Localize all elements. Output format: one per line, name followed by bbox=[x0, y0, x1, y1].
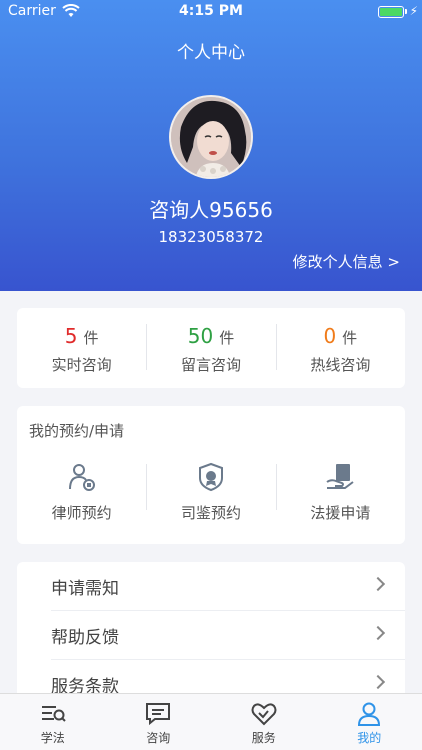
stat-hotline[interactable]: 0件 热线咨询 bbox=[275, 308, 405, 388]
menu-item-application-notice[interactable]: 申请需知 bbox=[17, 562, 405, 611]
stat-count: 5 bbox=[64, 324, 78, 348]
avatar-portrait-icon bbox=[171, 97, 251, 177]
tab-mine[interactable]: 我的 bbox=[317, 694, 422, 750]
tab-bar: 学法 咨询 服务 我的 bbox=[0, 693, 422, 750]
appointment-label: 律师预约 bbox=[51, 504, 112, 522]
status-time: 4:15 PM bbox=[179, 3, 243, 19]
user-name: 咨询人95656 bbox=[149, 198, 273, 222]
battery-cap bbox=[405, 9, 407, 14]
appointments-title: 我的预约/申请 bbox=[29, 422, 125, 440]
handshake-icon bbox=[251, 703, 277, 726]
stat-label: 留言咨询 bbox=[180, 356, 241, 374]
stat-label: 实时咨询 bbox=[51, 356, 112, 374]
battery-icon bbox=[378, 6, 404, 18]
stat-unit: 件 bbox=[83, 329, 99, 347]
lawyer-icon bbox=[68, 464, 95, 491]
stat-message[interactable]: 50 件 留言咨询 bbox=[146, 308, 275, 388]
chevron-right-icon bbox=[370, 625, 386, 641]
study-icon bbox=[41, 706, 66, 722]
stat-count: 50 bbox=[187, 324, 214, 348]
tab-study[interactable]: 学法 bbox=[0, 694, 106, 750]
appointment-label: 司鉴预约 bbox=[180, 504, 241, 522]
chevron-right-icon bbox=[370, 576, 386, 592]
charging-icon: ⚡ bbox=[409, 4, 418, 18]
lawyer-appointment-button[interactable]: 律师预约 bbox=[17, 462, 146, 523]
tab-label: 咨询 bbox=[146, 731, 171, 745]
judicial-appraisal-appointment-button[interactable]: 司鉴预约 bbox=[146, 462, 275, 523]
appointments-row: 律师预约 司鉴预约 法援申请 bbox=[17, 462, 405, 523]
menu-item-help-feedback[interactable]: 帮助反馈 bbox=[17, 611, 405, 660]
tab-consult[interactable]: 咨询 bbox=[106, 694, 212, 750]
profile-header: Carrier 4:15 PM ⚡ 个人中心 咨询人95656 18323058… bbox=[0, 0, 422, 291]
stat-realtime[interactable]: 5件 实时咨询 bbox=[17, 308, 146, 388]
tab-label: 我的 bbox=[357, 731, 382, 745]
badge-icon bbox=[198, 462, 223, 492]
appointment-label: 法援申请 bbox=[310, 504, 371, 522]
legal-aid-icon bbox=[326, 464, 354, 489]
stat-label: 热线咨询 bbox=[310, 356, 371, 374]
user-phone: 18323058372 bbox=[158, 228, 264, 246]
status-bar: Carrier 4:15 PM ⚡ bbox=[0, 0, 422, 24]
tab-label: 学法 bbox=[40, 731, 65, 745]
tab-service[interactable]: 服务 bbox=[211, 694, 317, 750]
chevron-right-icon bbox=[370, 674, 386, 690]
chat-icon bbox=[146, 703, 171, 726]
menu-item-label: 帮助反馈 bbox=[51, 628, 119, 648]
avatar[interactable] bbox=[169, 95, 253, 179]
stat-unit: 件 bbox=[219, 329, 235, 347]
edit-profile-link[interactable]: 修改个人信息 > bbox=[293, 251, 400, 272]
menu-item-label: 申请需知 bbox=[51, 579, 119, 599]
tab-label: 服务 bbox=[251, 731, 276, 745]
page-title: 个人中心 bbox=[177, 43, 245, 63]
user-icon bbox=[358, 702, 381, 726]
consultation-stats-card: 5件 实时咨询 50 件 留言咨询 0件 热线咨询 bbox=[17, 308, 405, 388]
settings-menu: 申请需知 帮助反馈 服务条款 bbox=[17, 562, 405, 700]
stat-unit: 件 bbox=[342, 329, 358, 347]
appointments-card: 我的预约/申请 律师预约 司鉴预约 法援申请 bbox=[17, 406, 405, 544]
stat-count: 0 bbox=[323, 324, 337, 348]
legal-aid-application-button[interactable]: 法援申请 bbox=[275, 462, 405, 523]
